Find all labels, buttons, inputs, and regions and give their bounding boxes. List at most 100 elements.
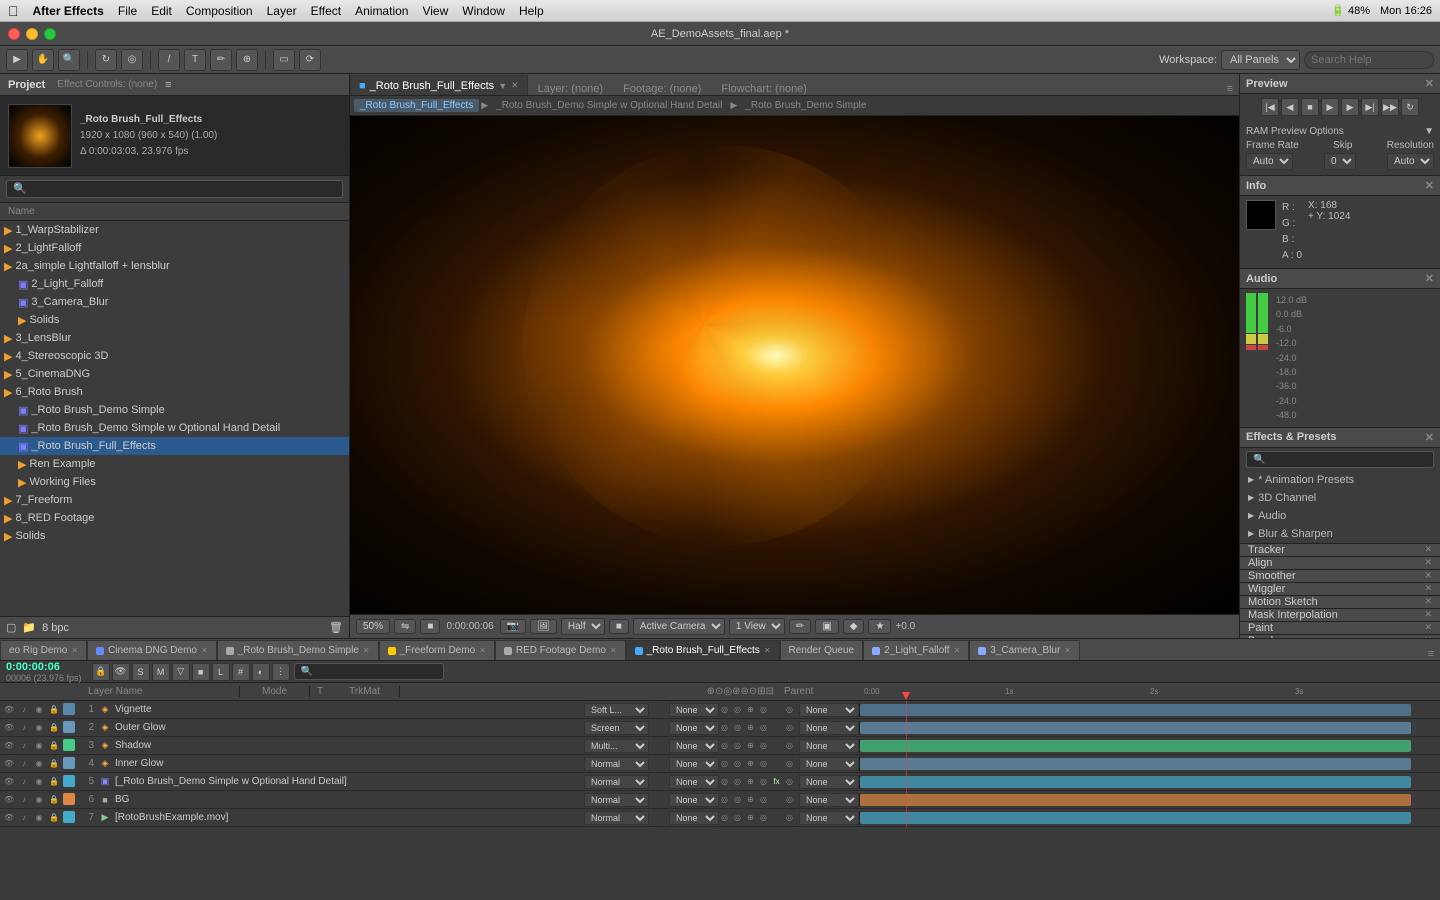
tl-tab-camera-blur[interactable]: 3_Camera_Blur ✕ — [969, 640, 1080, 660]
tab-close[interactable]: ✕ — [71, 646, 78, 655]
layer-parent-select[interactable]: None — [799, 703, 859, 717]
smoother-panel[interactable]: Smoother ✕ — [1240, 570, 1440, 583]
layer-trkmat-select[interactable]: None — [669, 793, 719, 807]
audio-close[interactable]: ✕ — [1425, 272, 1434, 285]
layer-solo-icon[interactable]: ◉ — [32, 793, 46, 807]
first-frame-btn[interactable]: |◀ — [1261, 98, 1279, 116]
layer-trkmat-select[interactable]: None — [669, 721, 719, 735]
sub-tab-1[interactable]: _Roto Brush_Full_Effects — [354, 99, 479, 112]
smoother-close[interactable]: ✕ — [1424, 570, 1432, 581]
layer-lock-icon[interactable]: 🔒 — [47, 757, 61, 771]
prev-frame-btn[interactable]: ◀ — [1281, 98, 1299, 116]
audio-header[interactable]: Audio ✕ — [1240, 269, 1440, 289]
layer-trkmat-select[interactable]: None — [669, 811, 719, 825]
layer-duration-bar[interactable] — [860, 794, 1411, 806]
layer-name[interactable]: Vignette — [115, 704, 584, 715]
layer-lock-icon[interactable]: 🔒 — [47, 793, 61, 807]
ram-preview-btn[interactable]: ▶▶ — [1381, 98, 1399, 116]
layer-eye-icon[interactable]: 👁 — [2, 721, 16, 735]
layer-mode-select[interactable]: Soft L... — [584, 703, 649, 717]
layer-audio-icon[interactable]: ♪ — [17, 775, 31, 789]
layer-solo-icon[interactable]: ◉ — [32, 721, 46, 735]
layer-switch-5[interactable]: ◎ — [784, 776, 795, 788]
project-item[interactable]: ▶ 1_WarpStabilizer — [0, 221, 349, 239]
effects-header[interactable]: Effects & Presets ✕ — [1240, 428, 1440, 448]
layer-switch-2[interactable]: ◎ — [732, 704, 743, 716]
layer-color-label[interactable] — [63, 703, 75, 715]
tab-close[interactable]: ✕ — [363, 646, 370, 655]
mask-interpolation-close[interactable]: ✕ — [1424, 609, 1432, 620]
play-btn[interactable]: ▶ — [1321, 98, 1339, 116]
tl-tab-roto-full[interactable]: _Roto Brush_Full_Effects ✕ — [626, 640, 780, 660]
tl-mute-btn[interactable]: M — [152, 663, 170, 681]
layer-switch-1[interactable]: ◎ — [719, 758, 730, 770]
layer-switch-1[interactable]: ◎ — [719, 704, 730, 716]
layer-name[interactable]: [RotoBrushExample.mov] — [115, 812, 584, 823]
project-item[interactable]: ▣_Roto Brush_Demo Simple — [0, 401, 349, 419]
sub-tab-2[interactable]: _Roto Brush_Demo Simple w Optional Hand … — [490, 99, 728, 112]
effect-menu[interactable]: Effect — [311, 4, 341, 18]
timeline-layer-row[interactable]: 👁 ♪ ◉ 🔒 3 ◈ Shadow Multi... None ◎ ◎ ⊕ ◎ — [0, 737, 1440, 755]
layer-duration-bar[interactable] — [860, 740, 1411, 752]
effect-blur-sharpen[interactable]: ▶ Blur & Sharpen — [1240, 525, 1440, 543]
view-menu[interactable]: View — [422, 4, 448, 18]
layer-trkmat-select[interactable]: None — [669, 703, 719, 717]
zoom-select-btn[interactable]: 50% — [356, 619, 390, 634]
skip-select[interactable]: 0 — [1324, 153, 1356, 170]
resolution-select[interactable]: Auto — [1387, 153, 1434, 170]
layer-mode-select[interactable]: Normal — [584, 793, 649, 807]
layer-solo-icon[interactable]: ◉ — [32, 757, 46, 771]
layer-lock-icon[interactable]: 🔒 — [47, 775, 61, 789]
new-folder-icon[interactable]: 📁 — [22, 621, 36, 634]
tracker-close[interactable]: ✕ — [1424, 544, 1432, 555]
layer-switch-2[interactable]: ◎ — [732, 794, 743, 806]
layer-switch-4[interactable]: ◎ — [758, 812, 769, 824]
project-item[interactable]: ▶ Working Files — [0, 473, 349, 491]
layer-mode-select[interactable]: Multi... — [584, 739, 649, 753]
timeline-layer-row[interactable]: 👁 ♪ ◉ 🔒 6 ■ BG Normal None ◎ ◎ ⊕ ◎ — [0, 791, 1440, 809]
layer-switch-3[interactable]: ⊕ — [745, 722, 756, 734]
project-item[interactable]: ▶ 2_LightFalloff — [0, 239, 349, 257]
tl-tab-cinema-dng[interactable]: Cinema DNG Demo ✕ — [87, 640, 217, 660]
align-panel[interactable]: Align ✕ — [1240, 557, 1440, 570]
quality-select[interactable]: Half — [561, 618, 605, 635]
tl-label-btn[interactable]: L — [212, 663, 230, 681]
layer-parent-select[interactable]: None — [799, 739, 859, 753]
project-item[interactable]: ▶ Solids — [0, 311, 349, 329]
comp-tab-arrow[interactable]: ▼ — [498, 81, 507, 91]
views-select[interactable]: 1 View — [729, 618, 785, 635]
tl-tab-rig-demo[interactable]: eo Rig Demo ✕ — [0, 640, 87, 660]
layer-eye-icon[interactable]: 👁 — [2, 775, 16, 789]
layer-eye-icon[interactable]: 👁 — [2, 703, 16, 717]
timeline-search-input[interactable] — [294, 663, 444, 680]
tl-lock-btn[interactable]: 🔒 — [92, 663, 110, 681]
project-item[interactable]: ▶ 6_Roto Brush — [0, 383, 349, 401]
wiggler-panel[interactable]: Wiggler ✕ — [1240, 583, 1440, 596]
layer-audio-icon[interactable]: ♪ — [17, 793, 31, 807]
workspace-select[interactable]: All Panels — [1221, 50, 1300, 70]
layer-switch-4[interactable]: ◎ — [758, 704, 769, 716]
layer-switch-fx[interactable]: fx — [771, 776, 782, 788]
layer-switch-5[interactable]: ◎ — [784, 740, 795, 752]
tl-switches-btn[interactable]: ◐ — [252, 663, 270, 681]
tl-tab-render-queue[interactable]: Render Queue — [780, 640, 864, 660]
layer-audio-icon[interactable]: ♪ — [17, 811, 31, 825]
motion-blur-btn[interactable]: ◆ — [843, 619, 865, 634]
layer-switch-5[interactable]: ◎ — [784, 722, 795, 734]
tool-camera[interactable]: ◎ — [121, 49, 143, 71]
layer-mode-select[interactable]: Normal — [584, 757, 649, 771]
layer-solo-icon[interactable]: ◉ — [32, 703, 46, 717]
tl-options-btn[interactable]: ⋮ — [272, 663, 290, 681]
layer-parent-select[interactable]: None — [799, 721, 859, 735]
layer-switch-1[interactable]: ◎ — [719, 794, 730, 806]
layer-parent-select[interactable]: None — [799, 757, 859, 771]
stop-btn[interactable]: ■ — [1301, 98, 1319, 116]
layer-switch-5[interactable]: ◎ — [784, 794, 795, 806]
paint-close[interactable]: ✕ — [1424, 622, 1432, 633]
layer-color-label[interactable] — [63, 793, 75, 805]
layer-duration-bar[interactable] — [860, 812, 1411, 824]
grid-btn[interactable]: ✏ — [789, 619, 811, 634]
view-select[interactable]: Active Camera — [633, 618, 725, 635]
layer-mode-select[interactable]: Normal — [584, 775, 649, 789]
snapshot-btn[interactable]: 📷 — [500, 619, 526, 634]
